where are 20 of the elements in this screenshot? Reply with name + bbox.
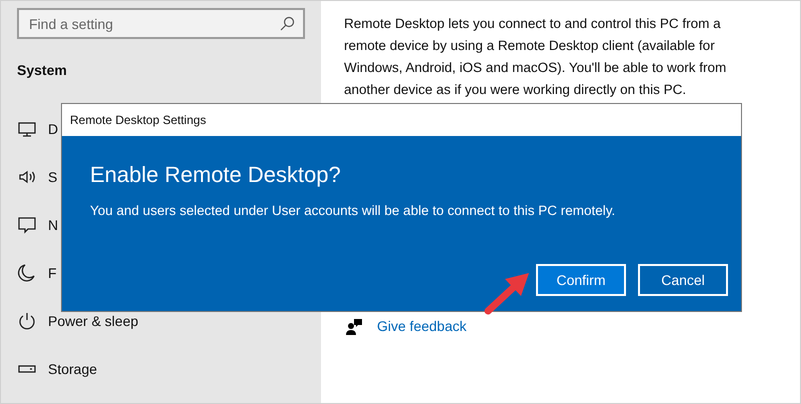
speech-bubble-icon — [17, 215, 37, 235]
search-field[interactable]: Find a setting — [17, 8, 305, 39]
window-title: Remote Desktop Settings — [70, 112, 206, 129]
nav-item[interactable]: N — [48, 214, 58, 236]
description-text: Remote Desktop lets you connect to and control this PC from a remote device by using a Remote Desktop client (available for Windows, Android, iOS and macOS). You'll be able to work from another device as if you were working directly on this PC. — [344, 15, 728, 99]
nav-item[interactable]: S — [48, 166, 58, 188]
cancel-button[interactable]: Cancel — [638, 264, 728, 296]
moon-icon — [17, 263, 37, 283]
power-icon — [17, 311, 37, 331]
feedback-link[interactable]: Give feedback — [377, 316, 466, 337]
dialog-message: You and users selected under User accounts will be able to connect to this PC remotely. — [90, 202, 616, 220]
confirm-button[interactable]: Confirm — [536, 264, 626, 296]
person-feedback-icon — [345, 318, 363, 336]
nav-item[interactable]: Power & sleep — [48, 310, 138, 332]
section-heading: System — [17, 61, 67, 80]
nav-item[interactable]: F — [48, 262, 57, 284]
search-icon — [279, 16, 295, 32]
dialog-heading: Enable Remote Desktop? — [90, 161, 341, 189]
nav-item[interactable]: D — [48, 118, 58, 140]
nav-item[interactable]: Storage — [48, 358, 98, 380]
